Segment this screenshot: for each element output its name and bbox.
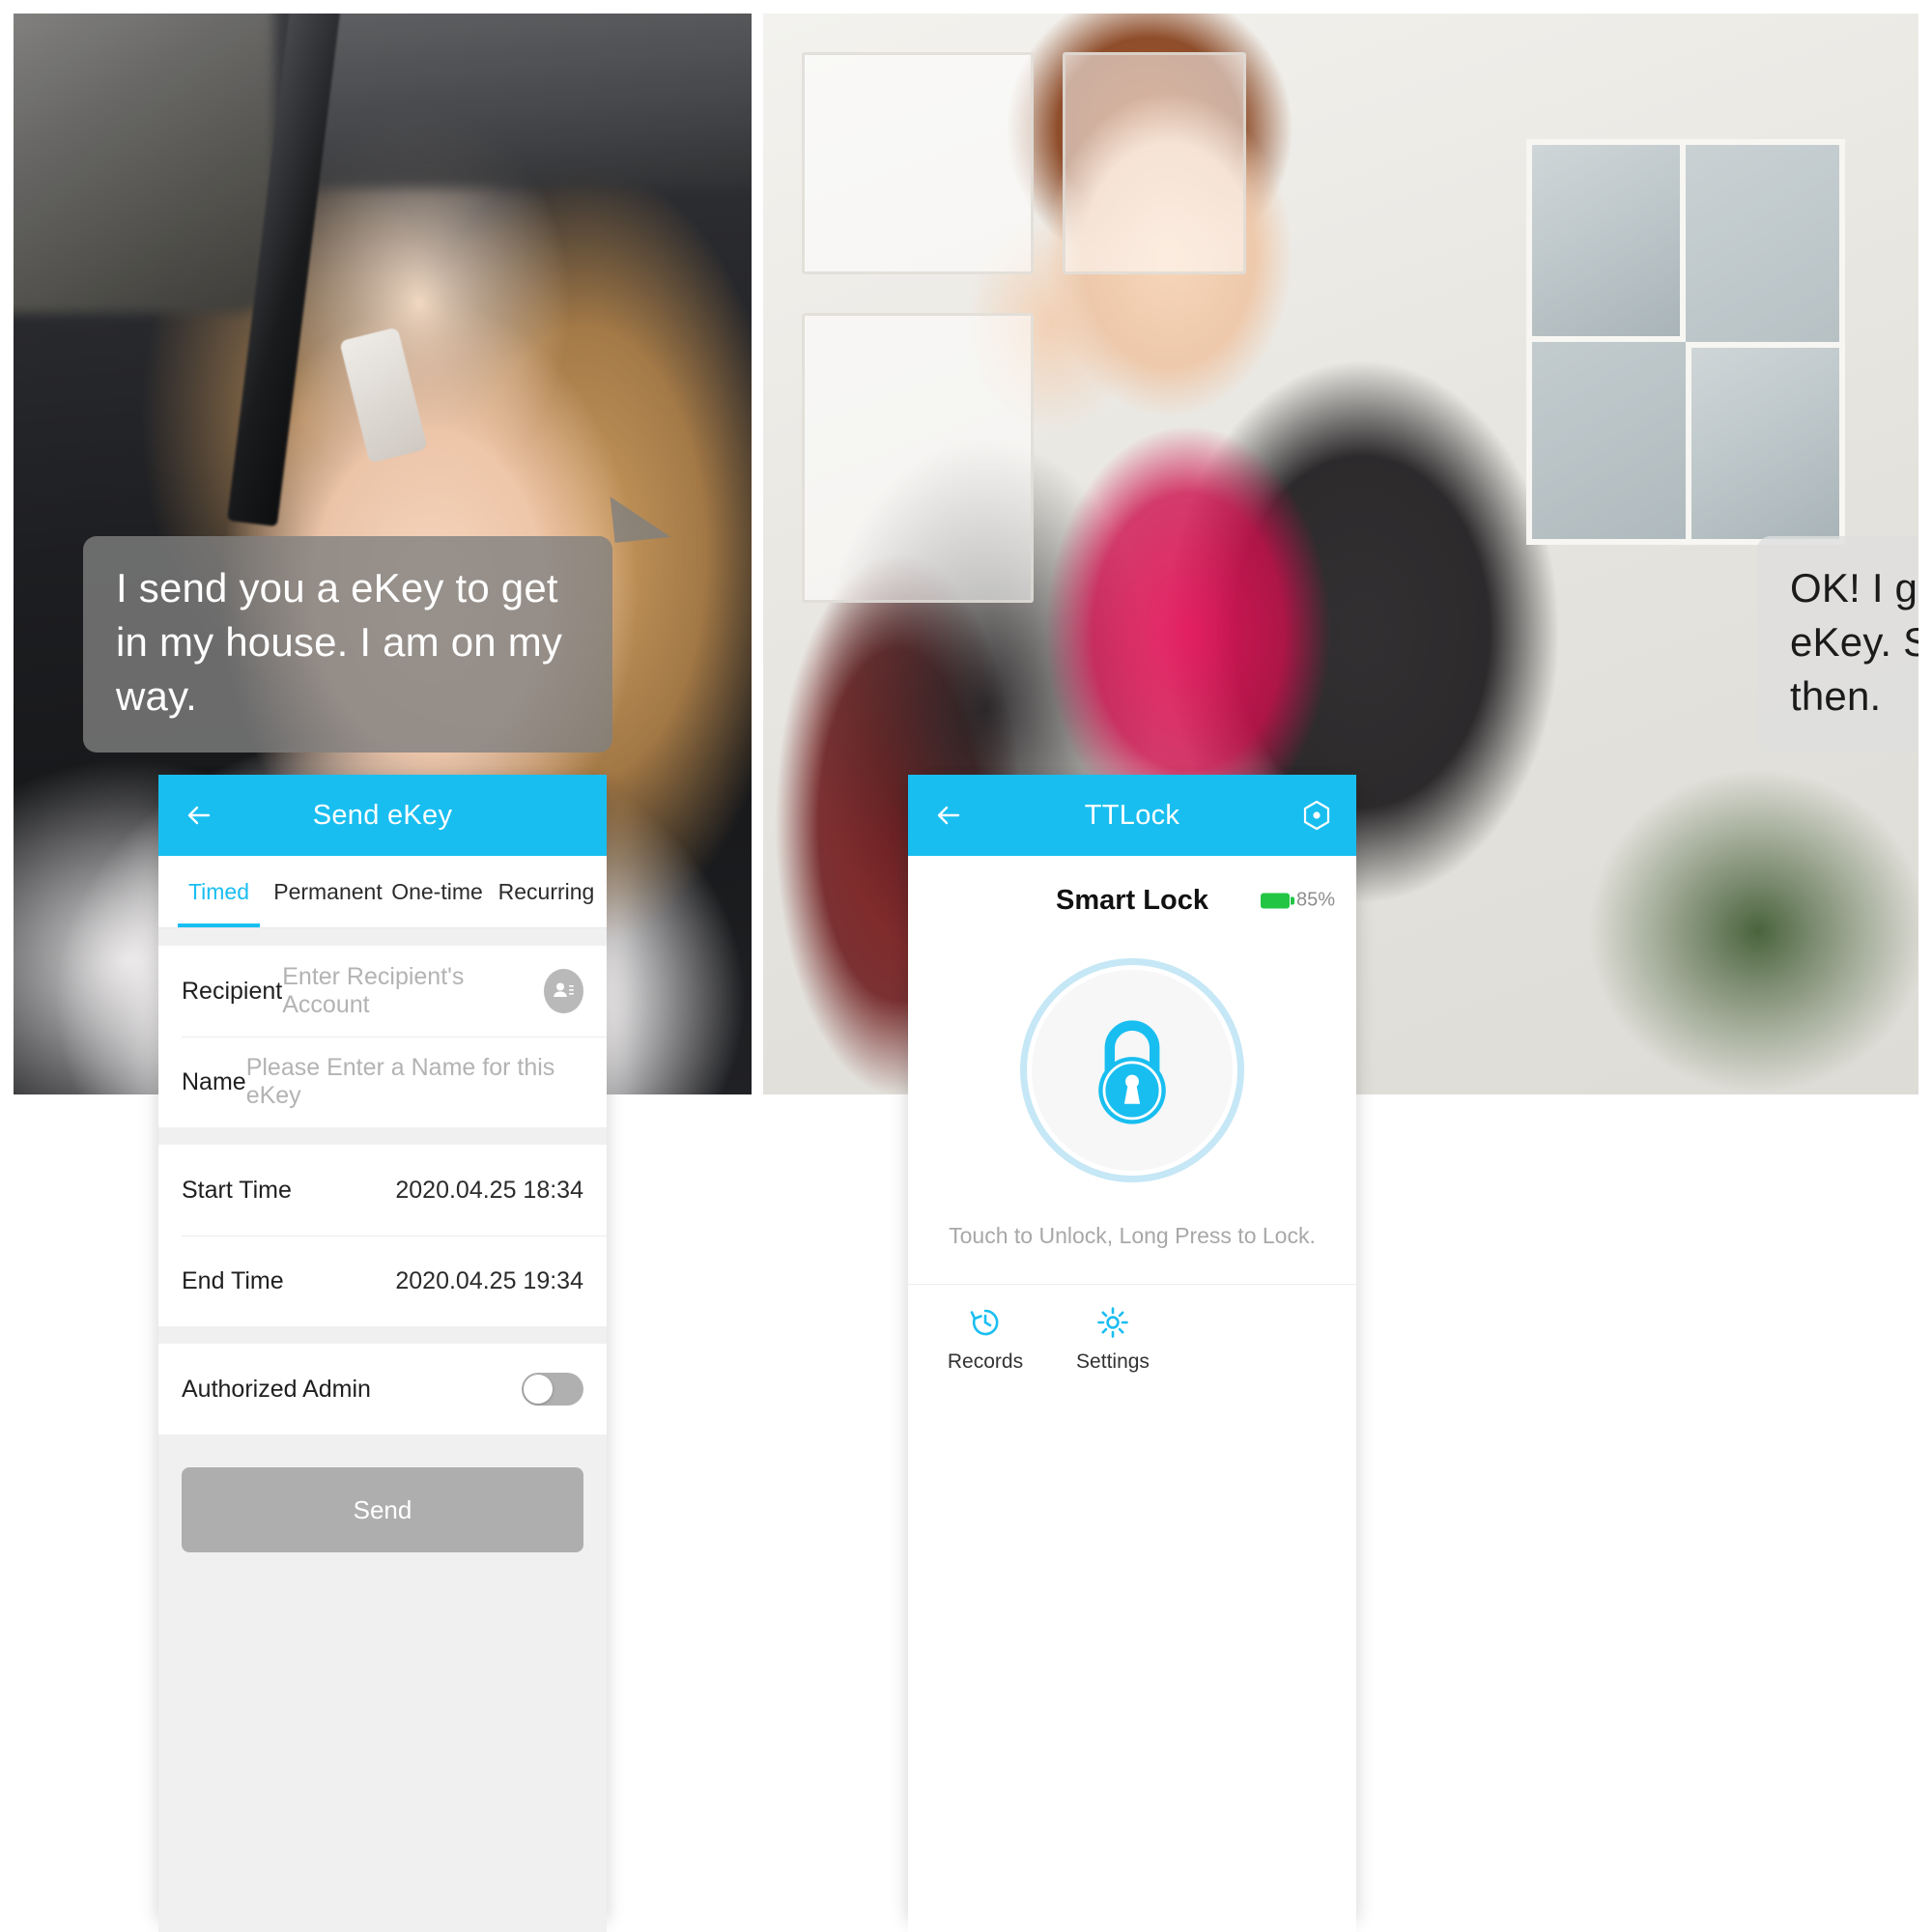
nav-records-label: Records <box>947 1350 1024 1373</box>
tab-timed-label: Timed <box>187 878 250 904</box>
ttlock-appbar: TTLock <box>908 775 1356 856</box>
door-panel-lower-left <box>802 313 1034 603</box>
padlock-icon <box>1098 1020 1166 1124</box>
speech-bubble-left-text: I send you a eKey to get in my house. I … <box>116 565 563 719</box>
page-title: TTLock <box>1084 799 1180 831</box>
battery-icon <box>1260 893 1294 908</box>
battery-percent: 85% <box>1295 889 1335 911</box>
tab-one-time[interactable]: One-time <box>383 856 492 927</box>
tabs-divider <box>158 927 607 928</box>
start-time-label: Start Time <box>182 1176 292 1204</box>
recipient-input-group: Enter Recipient's Account <box>282 963 583 1019</box>
arrow-left-icon[interactable] <box>180 795 220 836</box>
lock-control-page: Smart Lock 85% Touch to Unlock, Long Pre… <box>908 856 1356 1932</box>
nav-item-settings[interactable]: Settings <box>1049 1306 1177 1374</box>
speech-bubble-right-text: OK! I got the eKey. See you then. <box>1790 565 1918 719</box>
speech-bubble-left: I send you a eKey to get in my house. I … <box>83 491 671 753</box>
recipient-input[interactable]: Enter Recipient's Account <box>282 963 529 1019</box>
time-section: Start Time 2020.04.25 18:34 End Time 202… <box>158 1145 607 1326</box>
arrow-left-icon[interactable] <box>929 795 970 836</box>
ttlock-phone-screen: TTLock Smart Lock 85% Touch to Unlock, L… <box>908 775 1356 1932</box>
admin-section: Authorized Admin <box>158 1344 607 1435</box>
lock-unlock-button[interactable] <box>1020 958 1244 1182</box>
gear-icon <box>1097 1307 1128 1338</box>
window-pane-quadrant <box>1526 139 1686 342</box>
tab-one-time-label: One-time <box>391 878 483 904</box>
start-time-row[interactable]: Start Time 2020.04.25 18:34 <box>158 1145 607 1236</box>
name-row[interactable]: Name Please Enter a Name for this eKey <box>158 1037 607 1127</box>
name-label: Name <box>182 1067 246 1095</box>
authorized-admin-toggle[interactable] <box>522 1373 583 1406</box>
history-clock-icon <box>970 1309 999 1336</box>
battery-status: 85% <box>1260 889 1335 912</box>
nav-settings-label: Settings <box>1076 1350 1150 1373</box>
car-window-blur <box>14 14 274 313</box>
recipient-section: Recipient Enter Recipient's Account Name… <box>158 946 607 1127</box>
send-button[interactable]: Send <box>182 1467 583 1552</box>
tab-timed[interactable]: Timed <box>164 856 273 927</box>
window-pane-quadrant-2 <box>1686 342 1845 545</box>
car-window-rear-blur <box>303 14 752 187</box>
name-input[interactable]: Please Enter a Name for this eKey <box>246 1054 583 1110</box>
start-time-value: 2020.04.25 18:34 <box>395 1176 583 1204</box>
screenshot-root: I send you a eKey to get in my house. I … <box>0 0 1932 1932</box>
lock-header: Smart Lock 85% <box>908 856 1356 945</box>
lock-bottom-nav: Records Settings <box>908 1285 1356 1374</box>
tab-recurring[interactable]: Recurring <box>492 856 601 927</box>
door-panel-upper-mid <box>1063 52 1246 274</box>
page-title: Send eKey <box>312 799 453 831</box>
authorized-admin-label: Authorized Admin <box>182 1375 371 1403</box>
speech-bubble-right: OK! I got the eKey. See you then. <box>1757 536 1918 753</box>
tab-permanent[interactable]: Permanent <box>273 856 383 927</box>
speech-bubble-tail <box>610 491 671 543</box>
hexagon-target-icon[interactable] <box>1298 797 1335 834</box>
recipient-label: Recipient <box>182 977 283 1005</box>
ekey-type-tabs: Timed Permanent One-time Recurring <box>158 856 607 927</box>
send-ekey-appbar: Send eKey <box>158 775 607 856</box>
authorized-admin-row: Authorized Admin <box>158 1344 607 1435</box>
lock-name: Smart Lock <box>1056 884 1208 916</box>
recipient-row[interactable]: Recipient Enter Recipient's Account <box>158 946 607 1037</box>
end-time-row[interactable]: End Time 2020.04.25 19:34 <box>158 1236 607 1326</box>
tab-recurring-label: Recurring <box>497 878 595 904</box>
lock-hint-text: Touch to Unlock, Long Press to Lock. <box>949 1223 1316 1248</box>
end-time-label: End Time <box>182 1266 284 1294</box>
tab-permanent-label: Permanent <box>273 878 383 904</box>
send-ekey-phone-screen: Send eKey Timed Permanent One-time Recur… <box>158 775 607 1932</box>
contact-person-icon[interactable] <box>543 969 583 1013</box>
end-time-value: 2020.04.25 19:34 <box>395 1266 583 1294</box>
nav-item-records[interactable]: Records <box>922 1306 1049 1374</box>
door-panel-upper-left <box>802 52 1034 274</box>
lock-button-wrapper <box>908 958 1356 1182</box>
